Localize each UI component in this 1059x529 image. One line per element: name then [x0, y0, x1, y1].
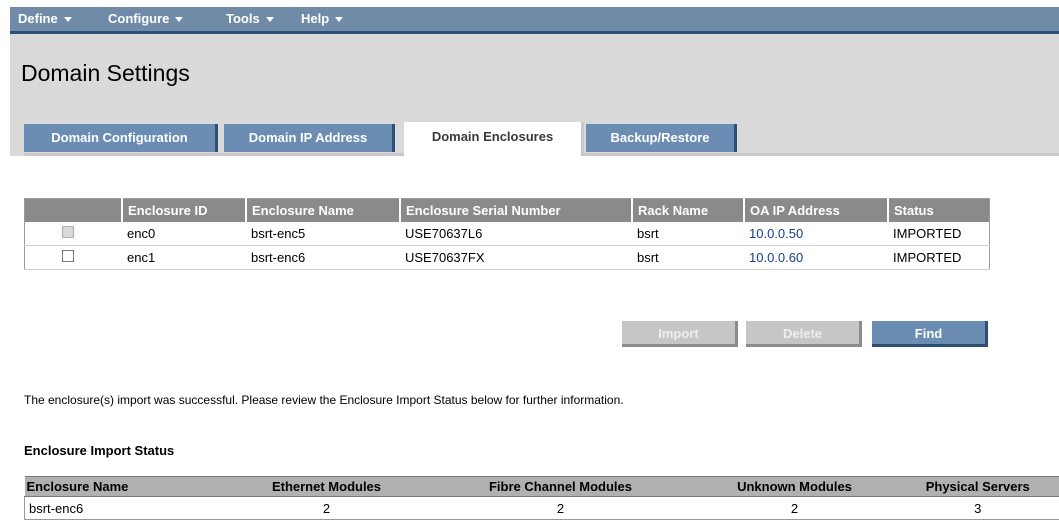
- column-header-oa-ip-address: OA IP Address: [743, 198, 888, 222]
- enclosure-serial: USE70637L6: [400, 222, 632, 246]
- oa-ip-link[interactable]: 10.0.0.50: [749, 226, 803, 241]
- menu-configure-label: Configure: [108, 11, 170, 26]
- select-cell: [24, 222, 122, 246]
- column-header-select: [24, 198, 122, 222]
- tab-domain-enclosures[interactable]: Domain Enclosures: [404, 122, 584, 156]
- column-header-enclosure-id: Enclosure ID: [121, 198, 246, 222]
- column-header-enclosure-name: Enclosure Name: [24, 476, 225, 497]
- column-header-enclosure-name: Enclosure Name: [245, 198, 400, 222]
- table-row: enc0 bsrt-enc5 USE70637L6 bsrt 10.0.0.50…: [24, 222, 990, 246]
- status-unknown-modules: 2: [692, 496, 897, 520]
- enclosure-status: IMPORTED: [888, 245, 990, 270]
- menu-configure[interactable]: Configure: [108, 7, 184, 31]
- status-header-row: Enclosure Name Ethernet Modules Fibre Ch…: [24, 476, 1059, 497]
- column-header-rack-name: Rack Name: [631, 198, 744, 222]
- row-checkbox[interactable]: [62, 226, 74, 238]
- import-success-message: The enclosure(s) import was successful. …: [24, 393, 624, 407]
- column-header-ethernet-modules: Ethernet Modules: [224, 476, 429, 497]
- status-ethernet-modules: 2: [224, 496, 429, 520]
- import-status-heading: Enclosure Import Status: [24, 443, 175, 458]
- column-header-physical-servers: Physical Servers: [896, 476, 1059, 497]
- menu-define[interactable]: Define: [18, 7, 72, 31]
- menu-help[interactable]: Help: [301, 7, 344, 31]
- enclosure-status: IMPORTED: [888, 222, 990, 246]
- find-button[interactable]: Find: [872, 321, 988, 347]
- chevron-down-icon: [335, 17, 344, 23]
- oa-ip-cell: 10.0.0.50: [744, 222, 888, 246]
- status-fibre-channel-modules: 2: [428, 496, 693, 520]
- table-row: enc1 bsrt-enc6 USE70637FX bsrt 10.0.0.60…: [24, 245, 990, 270]
- rack-name: bsrt: [632, 222, 744, 246]
- tab-domain-configuration[interactable]: Domain Configuration: [24, 124, 218, 152]
- table-row: bsrt-enc6 2 2 2 3: [24, 496, 1059, 520]
- status-physical-servers: 3: [896, 496, 1059, 520]
- status-enclosure-name: bsrt-enc6: [24, 496, 225, 520]
- tab-backup-restore[interactable]: Backup/Restore: [586, 124, 737, 152]
- delete-button[interactable]: Delete: [746, 321, 862, 347]
- import-status-table: Enclosure Name Ethernet Modules Fibre Ch…: [24, 476, 1059, 520]
- chevron-down-icon: [265, 17, 274, 23]
- table-header-row: Enclosure ID Enclosure Name Enclosure Se…: [24, 198, 990, 222]
- select-cell: [24, 245, 122, 270]
- rack-name: bsrt: [632, 245, 744, 270]
- enclosure-serial: USE70637FX: [400, 245, 632, 270]
- chevron-down-icon: [175, 17, 184, 23]
- menu-help-label: Help: [301, 11, 330, 26]
- enclosure-id: enc0: [122, 222, 246, 246]
- menu-define-label: Define: [18, 11, 58, 26]
- column-header-fibre-channel-modules: Fibre Channel Modules: [428, 476, 693, 497]
- import-button[interactable]: Import: [622, 321, 738, 347]
- oa-ip-link[interactable]: 10.0.0.60: [749, 250, 803, 265]
- chevron-down-icon: [63, 17, 72, 23]
- menu-tools-label: Tools: [226, 11, 260, 26]
- column-header-unknown-modules: Unknown Modules: [692, 476, 897, 497]
- row-checkbox[interactable]: [62, 250, 74, 262]
- enclosure-name: bsrt-enc6: [246, 245, 400, 270]
- oa-ip-cell: 10.0.0.60: [744, 245, 888, 270]
- column-header-serial-number: Enclosure Serial Number: [399, 198, 632, 222]
- menu-bar: Define Configure Tools Help: [10, 7, 1059, 34]
- menu-tools[interactable]: Tools: [226, 7, 274, 31]
- tab-domain-ip-address[interactable]: Domain IP Address: [224, 124, 395, 152]
- enclosure-id: enc1: [122, 245, 246, 270]
- column-header-status: Status: [887, 198, 990, 222]
- enclosures-table: Enclosure ID Enclosure Name Enclosure Se…: [24, 198, 990, 270]
- page-title: Domain Settings: [21, 60, 190, 86]
- enclosure-name: bsrt-enc5: [246, 222, 400, 246]
